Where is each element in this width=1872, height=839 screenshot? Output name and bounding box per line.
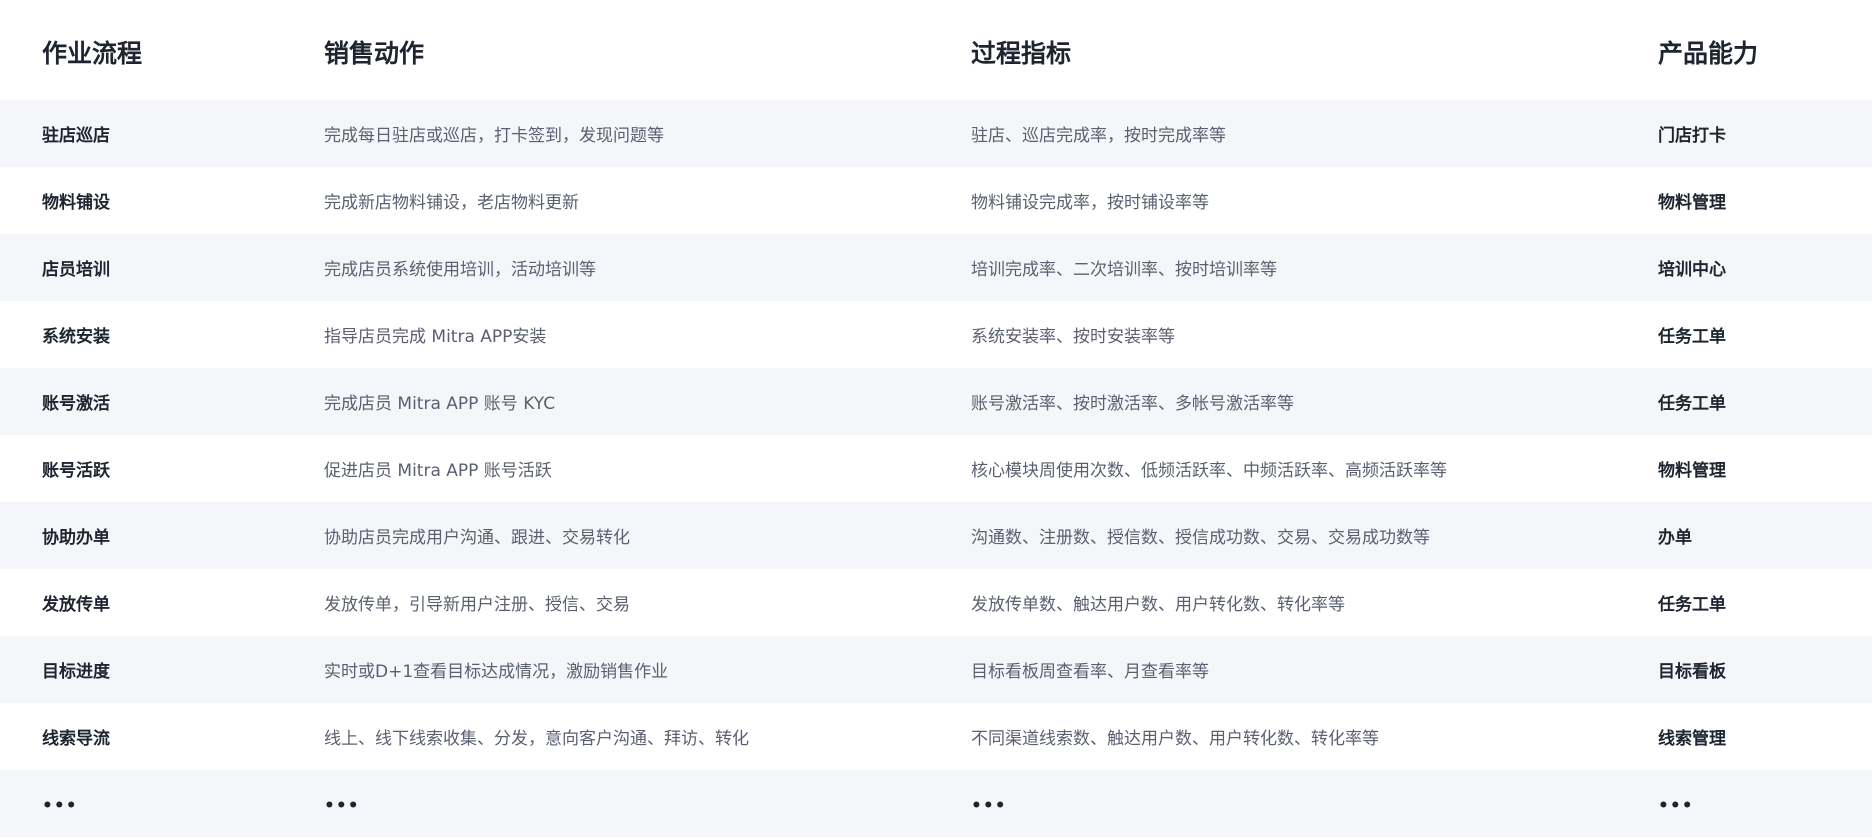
cell-metric: 物料铺设完成率，按时铺设率等 <box>971 193 1209 213</box>
cell-metric: 核心模块周使用次数、低频活跃率、中频活跃率、高频活跃率等 <box>971 461 1447 481</box>
cell-action: 线上、线下线索收集、分发，意向客户沟通、拜访、转化 <box>324 729 749 749</box>
cell-process: 发放传单 <box>42 595 110 615</box>
cell-process: 线索导流 <box>42 729 110 749</box>
cell-metric: 发放传单数、触达用户数、用户转化数、转化率等 <box>971 595 1345 615</box>
cell-metric: 不同渠道线索数、触达用户数、用户转化数、转化率等 <box>971 729 1379 749</box>
cell-metric: 培训完成率、二次培训率、按时培训率等 <box>971 260 1277 280</box>
cell-metric: 沟通数、注册数、授信数、授信成功数、交易、交易成功数等 <box>971 528 1430 548</box>
cell-action: 完成每日驻店或巡店，打卡签到，发现问题等 <box>324 126 664 146</box>
cell-process: 系统安装 <box>42 327 110 347</box>
table-row: 协助办单 协助店员完成用户沟通、跟进、交易转化 沟通数、注册数、授信数、授信成功… <box>0 502 1872 569</box>
cell-action: 发放传单，引导新用户注册、授信、交易 <box>324 595 630 615</box>
table-row: 系统安装 指导店员完成 Mitra APP安装 系统安装率、按时安装率等 任务工… <box>0 301 1872 368</box>
cell-action: 指导店员完成 Mitra APP安装 <box>324 327 547 347</box>
table-row: 账号激活 完成店员 Mitra APP 账号 KYC 账号激活率、按时激活率、多… <box>0 368 1872 435</box>
table-row-ellipsis: ••• ••• ••• ••• <box>0 770 1872 837</box>
cell-capability: 物料管理 <box>1658 193 1726 213</box>
cell-process: 目标进度 <box>42 662 110 682</box>
table-header: 作业流程 销售动作 过程指标 产品能力 <box>0 0 1872 100</box>
cell-metric: 目标看板周查看率、月查看率等 <box>971 662 1209 682</box>
cell-process: 驻店巡店 <box>42 126 110 146</box>
cell-metric: 系统安装率、按时安装率等 <box>971 327 1175 347</box>
cell-process: 店员培训 <box>42 260 110 280</box>
cell-action: 完成新店物料铺设，老店物料更新 <box>324 193 579 213</box>
cell-capability: 门店打卡 <box>1658 126 1726 146</box>
cell-capability: 任务工单 <box>1658 595 1726 615</box>
cell-metric: 账号激活率、按时激活率、多帐号激活率等 <box>971 394 1294 414</box>
cell-capability: 目标看板 <box>1658 662 1726 682</box>
workflow-table: 作业流程 销售动作 过程指标 产品能力 驻店巡店 完成每日驻店或巡店，打卡签到，… <box>0 0 1872 837</box>
cell-action: 协助店员完成用户沟通、跟进、交易转化 <box>324 528 630 548</box>
ellipsis-capability: ••• <box>1658 795 1694 816</box>
table-row: 发放传单 发放传单，引导新用户注册、授信、交易 发放传单数、触达用户数、用户转化… <box>0 569 1872 636</box>
header-metric: 过程指标 <box>971 39 1072 68</box>
ellipsis-metric: ••• <box>971 795 1007 816</box>
header-action: 销售动作 <box>324 39 425 68</box>
table-row: 线索导流 线上、线下线索收集、分发，意向客户沟通、拜访、转化 不同渠道线索数、触… <box>0 703 1872 770</box>
cell-capability: 培训中心 <box>1658 260 1726 280</box>
table-row: 店员培训 完成店员系统使用培训，活动培训等 培训完成率、二次培训率、按时培训率等… <box>0 234 1872 301</box>
table-row: 驻店巡店 完成每日驻店或巡店，打卡签到，发现问题等 驻店、巡店完成率，按时完成率… <box>0 100 1872 167</box>
cell-capability: 任务工单 <box>1658 394 1726 414</box>
header-process: 作业流程 <box>42 39 143 68</box>
cell-capability: 物料管理 <box>1658 461 1726 481</box>
cell-action: 完成店员系统使用培训，活动培训等 <box>324 260 596 280</box>
cell-metric: 驻店、巡店完成率，按时完成率等 <box>971 126 1226 146</box>
cell-process: 协助办单 <box>42 528 110 548</box>
header-capability: 产品能力 <box>1658 39 1759 68</box>
ellipsis-process: ••• <box>42 795 78 816</box>
table-row: 账号活跃 促进店员 Mitra APP 账号活跃 核心模块周使用次数、低频活跃率… <box>0 435 1872 502</box>
table-row: 目标进度 实时或D+1查看目标达成情况，激励销售作业 目标看板周查看率、月查看率… <box>0 636 1872 703</box>
cell-action: 促进店员 Mitra APP 账号活跃 <box>324 461 552 481</box>
cell-action: 实时或D+1查看目标达成情况，激励销售作业 <box>324 662 669 682</box>
table-row: 物料铺设 完成新店物料铺设，老店物料更新 物料铺设完成率，按时铺设率等 物料管理 <box>0 167 1872 234</box>
ellipsis-action: ••• <box>324 795 360 816</box>
cell-action: 完成店员 Mitra APP 账号 KYC <box>324 394 556 414</box>
cell-process: 物料铺设 <box>42 193 110 213</box>
cell-capability: 办单 <box>1658 528 1692 548</box>
cell-capability: 任务工单 <box>1658 327 1726 347</box>
cell-capability: 线索管理 <box>1658 729 1726 749</box>
cell-process: 账号活跃 <box>42 461 110 481</box>
cell-process: 账号激活 <box>42 394 110 414</box>
